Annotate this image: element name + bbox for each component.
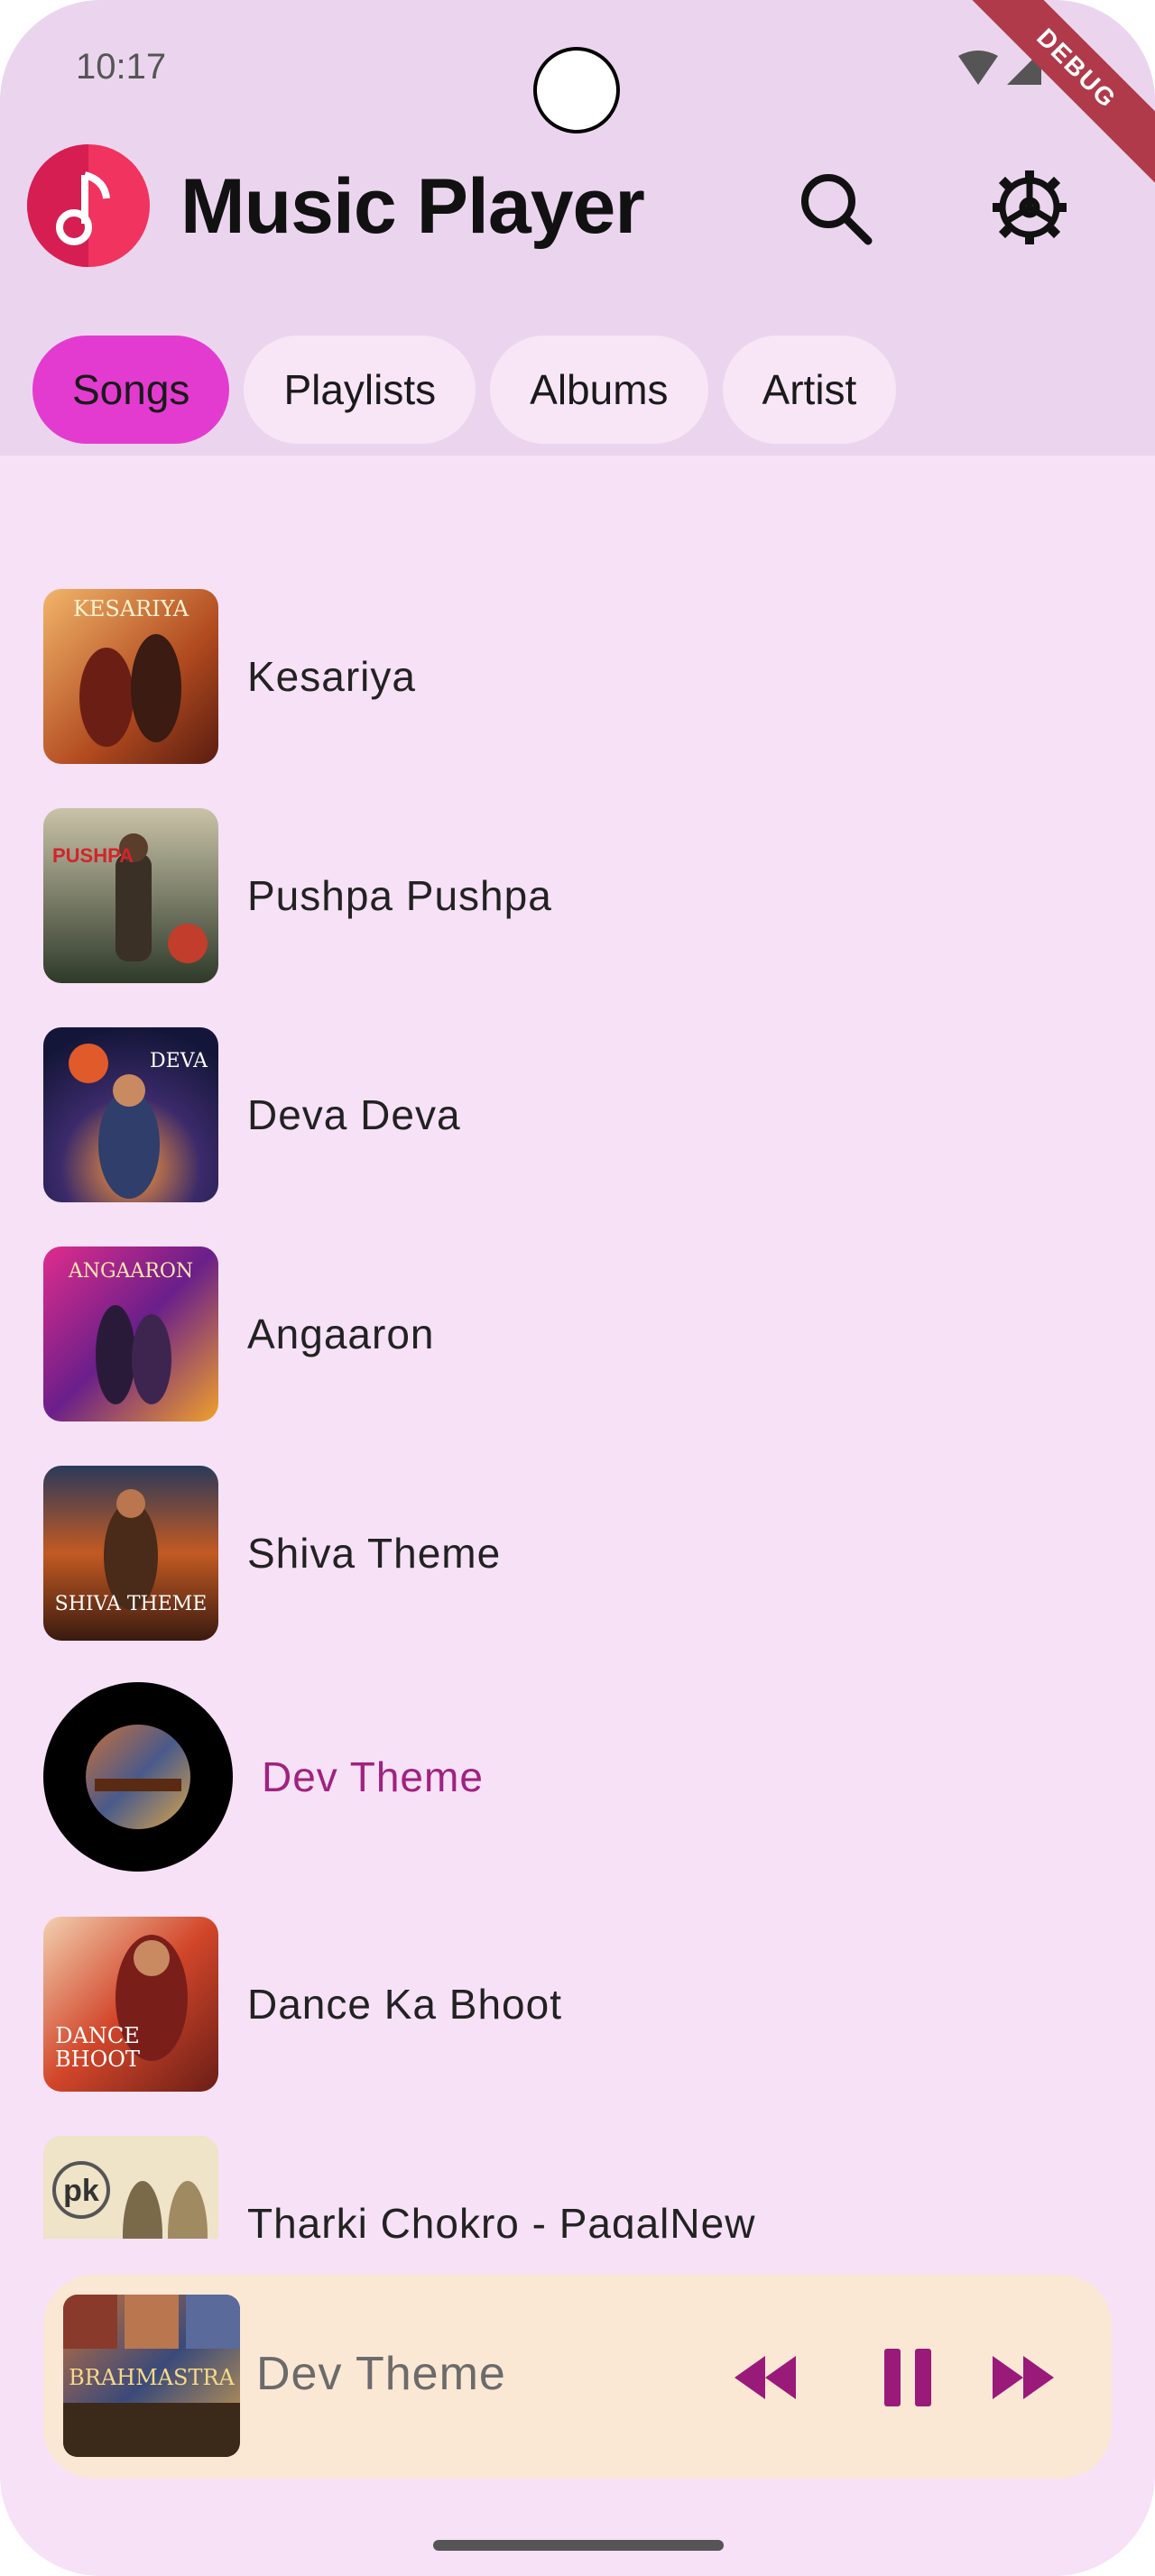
song-row[interactable]: DANCE BHOOT Dance Ka Bhoot <box>0 1914 1155 2094</box>
album-art: KESARIYA <box>43 589 218 764</box>
song-title: Dev Theme <box>262 1753 484 1800</box>
mini-player-art: BRAHMASTRA <box>63 2295 240 2457</box>
album-art: SHIVA THEME <box>43 1466 218 1641</box>
song-title: Pushpa Pushpa <box>247 872 552 919</box>
song-row[interactable]: SHIVA THEME Shiva Theme <box>0 1463 1155 1643</box>
vinyl-disc-art <box>43 1682 233 1872</box>
svg-text:SHIVA THEME: SHIVA THEME <box>55 1593 208 1615</box>
song-title: Shiva Theme <box>247 1530 502 1577</box>
song-row[interactable]: PUSHPA Pushpa Pushpa <box>0 805 1155 986</box>
svg-text:DEVA: DEVA <box>150 1050 208 1072</box>
tab-albums[interactable]: Albums <box>490 336 708 444</box>
tab-playlists[interactable]: Playlists <box>244 336 476 444</box>
svg-text:KESARIYA: KESARIYA <box>73 596 189 621</box>
song-row[interactable]: ANGAARON Angaaron <box>0 1244 1155 1424</box>
home-indicator[interactable] <box>433 2540 724 2551</box>
app-logo-icon <box>27 144 150 267</box>
search-icon[interactable] <box>794 167 875 248</box>
mini-player-art-text: BRAHMASTRA <box>69 2365 235 2390</box>
svg-text:PUSHPA: PUSHPA <box>52 844 134 867</box>
fast-forward-icon[interactable] <box>987 2343 1059 2412</box>
tab-artist[interactable]: Artist <box>722 336 897 444</box>
song-title: Dance Ka Bhoot <box>247 1981 563 2028</box>
tab-songs[interactable]: Songs <box>32 336 230 444</box>
song-row[interactable]: KESARIYA Kesariya <box>0 586 1155 767</box>
album-art: ANGAARON <box>43 1247 218 1421</box>
rewind-icon[interactable] <box>729 2343 801 2412</box>
song-list[interactable]: KESARIYA Kesariya PUSHPA Pushpa Pushpa D… <box>0 577 1155 2239</box>
song-row[interactable]: DEVA Deva Deva <box>0 1025 1155 1205</box>
mini-player[interactable]: BRAHMASTRA Dev Theme <box>43 2275 1112 2479</box>
svg-text:DANCE: DANCE <box>55 2023 139 2048</box>
song-row[interactable]: pk Tharki Chokro - PagalNew <box>0 2133 1155 2239</box>
mini-player-title: Dev Theme <box>256 2348 506 2400</box>
wifi-icon <box>958 51 998 85</box>
song-title: Kesariya <box>247 653 416 700</box>
song-row-playing[interactable]: Dev Theme <box>0 1678 1155 1876</box>
album-art: DANCE BHOOT <box>43 1917 218 2092</box>
status-time: 10:17 <box>76 47 167 87</box>
settings-icon[interactable] <box>989 167 1070 248</box>
album-art: pk <box>43 2136 218 2239</box>
song-title: Tharki Chokro - PagalNew <box>247 2200 756 2239</box>
app-header: 10:17 DEBUG Music Player Songs Playlists… <box>0 0 1155 455</box>
svg-text:BHOOT: BHOOT <box>55 2047 140 2072</box>
song-title: Angaaron <box>247 1311 435 1357</box>
pause-icon[interactable] <box>872 2343 944 2412</box>
camera-cutout <box>533 47 620 133</box>
svg-text:pk: pk <box>63 2174 99 2208</box>
app-title: Music Player <box>180 163 645 250</box>
debug-banner: DEBUG <box>953 0 1155 192</box>
album-art: DEVA <box>43 1027 218 1202</box>
app-screen: 10:17 DEBUG Music Player Songs Playlists… <box>0 0 1155 2576</box>
svg-text:ANGAARON: ANGAARON <box>68 1260 193 1283</box>
tab-bar: Songs Playlists Albums Artist <box>32 336 897 444</box>
song-title: Deva Deva <box>247 1091 461 1138</box>
album-art: PUSHPA <box>43 808 218 983</box>
